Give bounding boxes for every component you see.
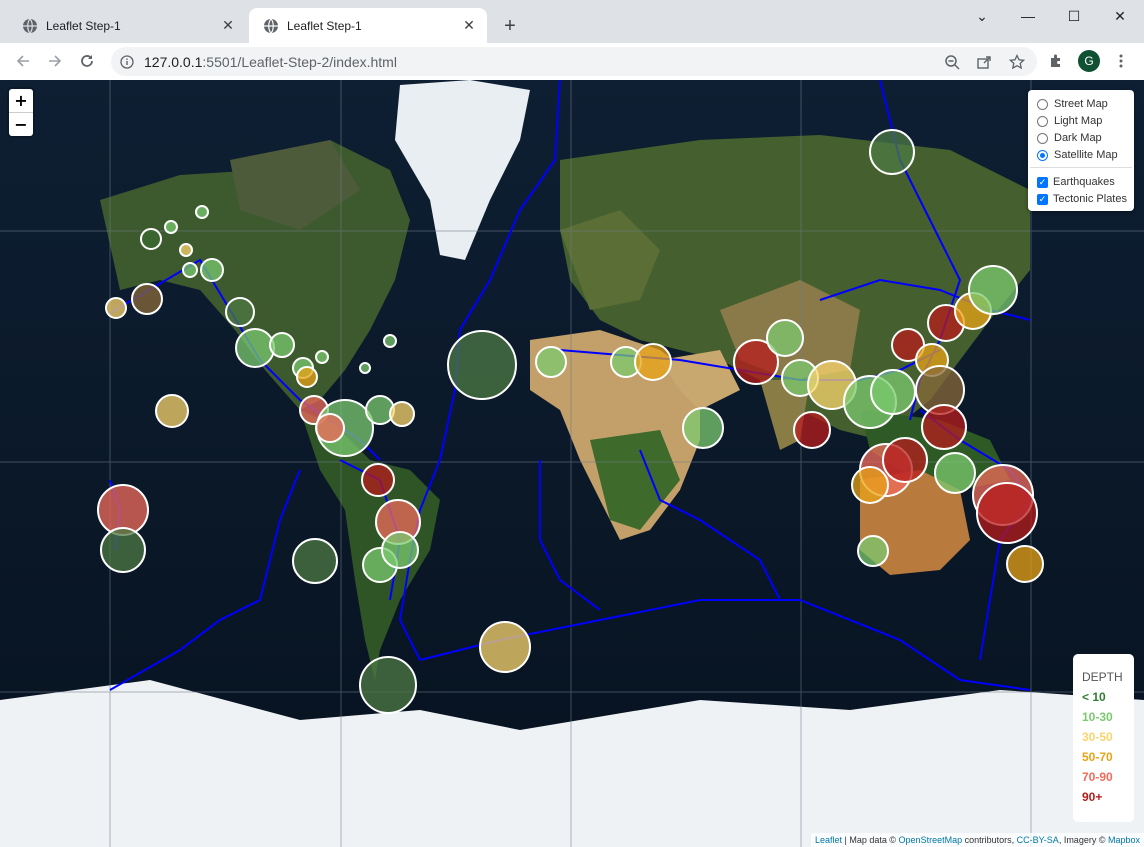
plus-icon[interactable]: + [498,14,522,38]
overlay-earthquakes[interactable]: ✓ Earthquakes [1037,174,1115,190]
radio-button[interactable] [1037,115,1048,127]
legend-item-lt10: < 10 [1082,690,1106,704]
browser-toolbar: 127.0.0.1:5501/Leaflet-Step-2/index.html… [0,43,1144,80]
base-layer-street-map[interactable]: Street Map [1037,96,1108,112]
legend-item-70-90: 70-90 [1082,770,1113,784]
address-bar[interactable]: 127.0.0.1:5501/Leaflet-Step-2/index.html [111,47,1037,76]
attribution-text: , Imagery © [1058,835,1108,845]
star-icon[interactable] [1007,52,1027,72]
window-close-icon[interactable]: ✕ [1098,4,1142,28]
leaflet-link[interactable]: Leaflet [815,835,842,845]
close-icon[interactable]: ✕ [459,16,479,36]
zoom-control: + − [9,89,33,136]
tab-title: Leaflet Step-1 [287,18,362,33]
layer-control: Street Map Light Map Dark Map Satellite … [1028,90,1134,211]
back-arrow-icon[interactable] [11,49,35,73]
tab-active[interactable]: Leaflet Step-1 ✕ [249,8,487,43]
zoom-out-button[interactable]: − [9,112,33,136]
attribution-text: contributors, [962,835,1017,845]
layer-label: Dark Map [1054,132,1102,144]
attribution: Leaflet | Map data © OpenStreetMap contr… [811,833,1144,847]
divider [1030,167,1132,168]
radio-button[interactable] [1037,149,1048,161]
legend-item-90plus: 90+ [1082,790,1103,804]
share-icon[interactable] [974,52,994,72]
globe-icon [22,18,38,34]
base-layer-satellite-map[interactable]: Satellite Map [1037,147,1118,163]
overlay-tectonic-plates[interactable]: ✓ Tectonic Plates [1037,191,1127,207]
tab-title: Leaflet Step-1 [46,18,121,33]
license-link[interactable]: CC-BY-SA [1017,835,1059,845]
zoom-in-button[interactable]: + [9,89,33,112]
checkbox[interactable]: ✓ [1037,193,1048,205]
reload-icon[interactable] [75,49,99,73]
radio-button[interactable] [1037,132,1048,144]
globe-icon [263,18,279,34]
tab-strip: Leaflet Step-1 ✕ Leaflet Step-1 ✕ + ⌄ — … [0,0,1144,43]
close-icon[interactable]: ✕ [218,16,238,36]
satellite-basemap [0,80,1144,847]
zoom-out-icon[interactable] [942,52,962,72]
checkbox[interactable]: ✓ [1037,176,1048,188]
legend-item-50-70: 50-70 [1082,750,1113,764]
legend-item-10-30: 10-30 [1082,710,1113,724]
layer-label: Earthquakes [1053,176,1115,188]
chevron-down-icon[interactable]: ⌄ [960,4,1004,28]
avatar[interactable]: G [1078,50,1100,72]
maximize-icon[interactable]: ☐ [1052,4,1096,28]
mapbox-link[interactable]: Mapbox [1108,835,1140,845]
radio-button[interactable] [1037,98,1048,110]
map-container[interactable]: + − Street Map Light Map Dark Map Satell… [0,80,1144,847]
url-text: 127.0.0.1:5501/Leaflet-Step-2/index.html [144,54,397,70]
layer-label: Light Map [1054,115,1103,127]
base-layer-dark-map[interactable]: Dark Map [1037,130,1102,146]
osm-link[interactable]: OpenStreetMap [899,835,963,845]
layer-label: Street Map [1054,98,1108,110]
legend-title: DEPTH [1082,670,1123,684]
legend-item-30-50: 30-50 [1082,730,1113,744]
tab-inactive[interactable]: Leaflet Step-1 ✕ [8,8,246,43]
forward-arrow-icon[interactable] [43,49,67,73]
puzzle-icon[interactable] [1044,49,1068,73]
info-icon[interactable] [117,52,137,72]
layer-label: Tectonic Plates [1053,193,1127,205]
base-layer-light-map[interactable]: Light Map [1037,113,1102,129]
layer-label: Satellite Map [1054,149,1118,161]
kebab-menu-icon[interactable] [1109,49,1133,73]
depth-legend: DEPTH < 10 10-30 30-50 50-70 70-90 90+ [1073,654,1134,822]
attribution-text: | Map data © [842,835,899,845]
minimize-icon[interactable]: — [1006,4,1050,28]
